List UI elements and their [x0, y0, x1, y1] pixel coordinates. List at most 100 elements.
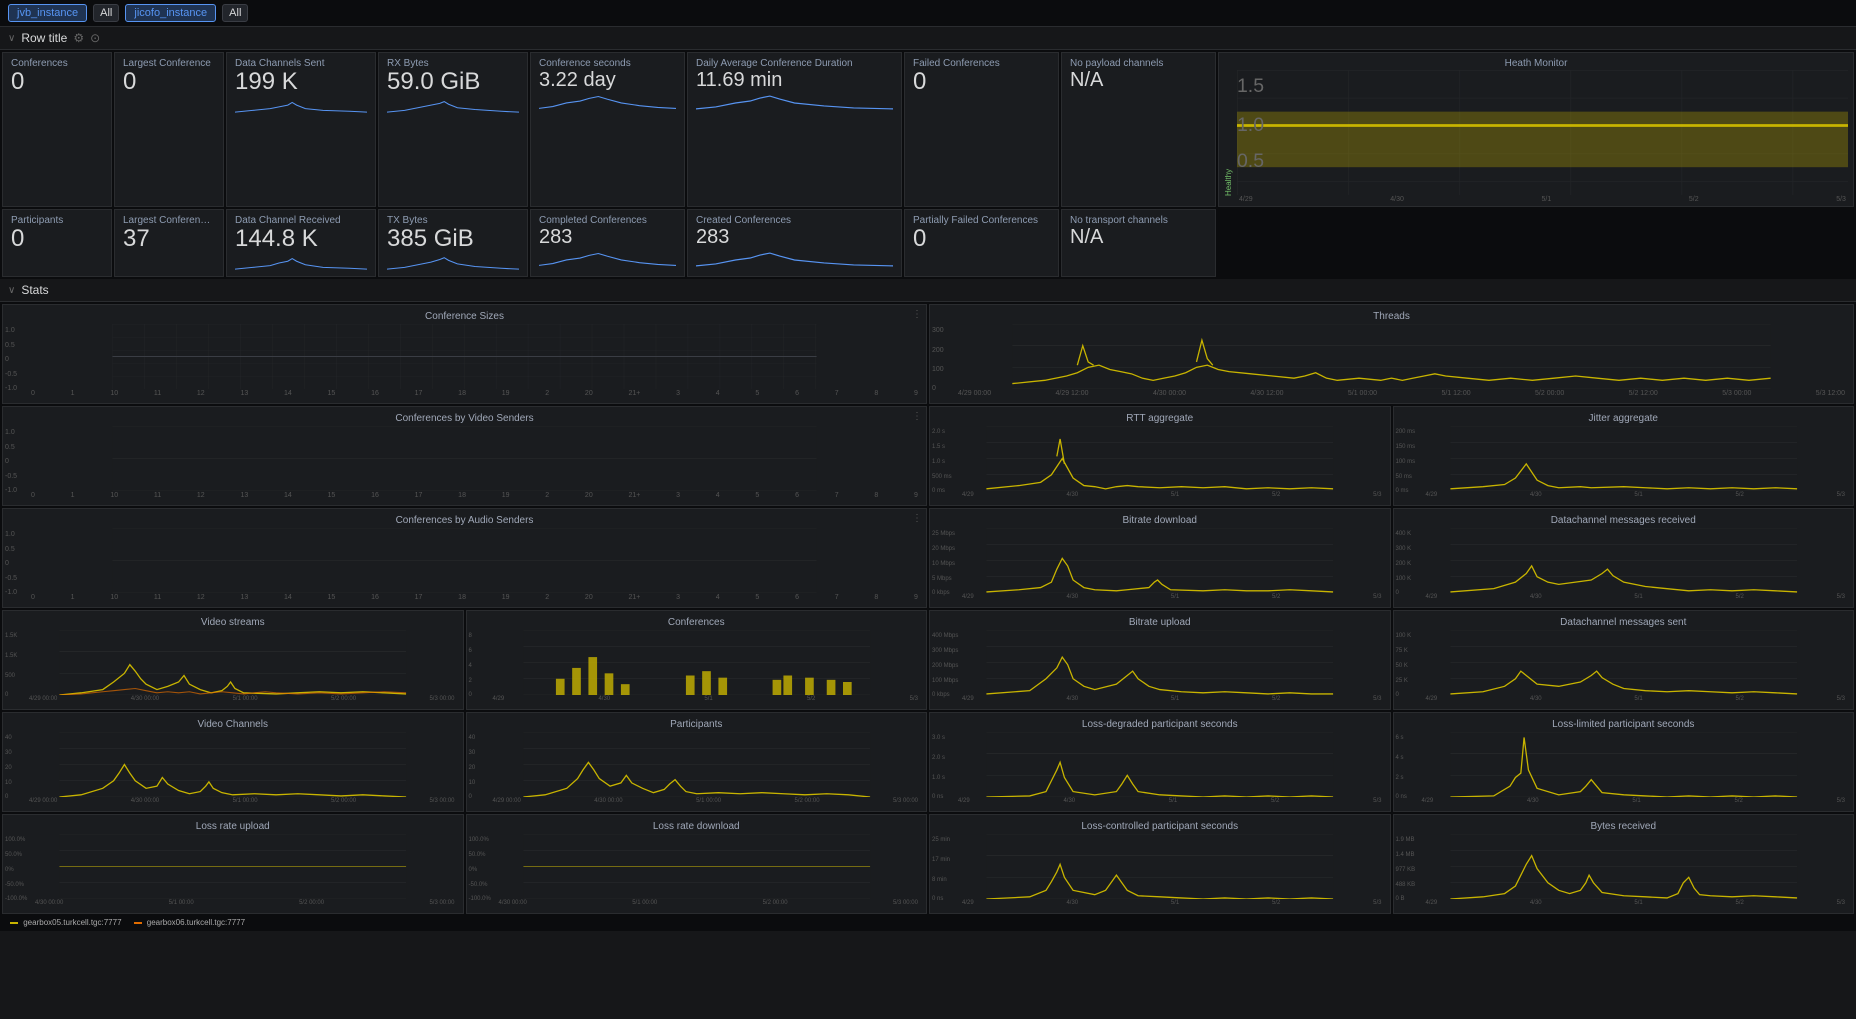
participants-time-svg — [473, 732, 921, 797]
threads-x-axis: 4/29 00:004/29 12:004/30 00:004/30 12:00… — [936, 390, 1847, 397]
loss-rate-ul-x-axis: 4/30 00:005/1 00:005/2 00:005/3 00:00 — [9, 900, 457, 906]
threads-title: Threads — [936, 311, 1847, 322]
metric-created-conferences: Created Conferences 283 — [687, 209, 902, 277]
metric-daily-avg-duration: Daily Average Conference Duration 11.69 … — [687, 52, 902, 207]
video-streams-chart: Video streams 1.5K1.5K5000 4/29 00:004/3… — [2, 610, 464, 710]
metric-participants: Participants 0 — [2, 209, 112, 277]
metric-conf-seconds-label: Conference seconds — [539, 58, 676, 69]
metric-data-channels-sent: Data Channels Sent 199 K — [226, 52, 376, 207]
conf-sizes-y-axis: 1.0 0.5 0 -0.5 -1.0 — [5, 327, 17, 392]
metric-daily-avg-value: 11.69 min — [696, 69, 893, 91]
svg-text:1.5: 1.5 — [1237, 75, 1264, 97]
row-info-icon[interactable]: ⊙ — [90, 31, 100, 45]
datachannel-recv-x-axis: 4/294/305/15/25/3 — [1400, 594, 1848, 600]
audio-senders-more-btn[interactable]: ⋮ — [912, 513, 922, 524]
loss-controlled-title: Loss-controlled participant seconds — [936, 821, 1384, 832]
audio-senders-chart: Conferences by Audio Senders ⋮ 1.00.50-0… — [2, 508, 927, 608]
video-streams-title: Video streams — [9, 617, 457, 628]
metric-largest-conf-ever: Largest Conference Ever 37 — [114, 209, 224, 277]
bytes-received-title: Bytes received — [1400, 821, 1848, 832]
jvb-instance-dropdown[interactable]: All — [93, 4, 119, 22]
jicofo-instance-dropdown[interactable]: All — [222, 4, 248, 22]
jitter-x-axis: 4/294/305/15/25/3 — [1400, 492, 1848, 498]
metric-no-payload-channels: No payload channels N/A — [1061, 52, 1216, 207]
conferences-time-y-axis: 86420 — [469, 633, 472, 698]
metric-conferences: Conferences 0 — [2, 52, 112, 207]
health-x-label-3: 5/1 — [1542, 196, 1552, 203]
loss-rate-ul-svg — [9, 834, 457, 899]
video-senders-x-axis: 011011121314151617181922021+3456789 — [9, 492, 920, 499]
metric-partial-fail-value: 0 — [913, 226, 1050, 252]
video-streams-y-axis: 1.5K1.5K5000 — [5, 633, 17, 698]
bitrate-ul-x-axis: 4/294/305/15/25/3 — [936, 696, 1384, 702]
rtt-jitter-row: RTT aggregate 2.0 s1.5 s1.0 s500 ms0 ms — [929, 406, 1854, 506]
conf-sizes-svg — [9, 324, 920, 389]
row-settings-icon[interactable]: ⚙ — [73, 31, 84, 45]
metric-conferences-label: Conferences — [11, 58, 103, 69]
metric-rx-bytes-value: 59.0 GiB — [387, 69, 519, 95]
video-channels-title: Video Channels — [9, 719, 457, 730]
bitrate-dl-title: Bitrate download — [936, 515, 1384, 526]
metric-no-payload-label: No payload channels — [1070, 58, 1207, 69]
metric-no-transport-label: No transport channels — [1070, 215, 1207, 226]
loss-rate-ul-y-axis: 100.0%50.0%0%-50.0%-100.0% — [5, 837, 27, 902]
metric-data-channels-sent-value: 199 K — [235, 69, 367, 95]
threads-chart: Threads 300 200 100 0 — [929, 304, 1854, 404]
rx-bytes-sparkline — [387, 97, 519, 115]
metric-rx-bytes: RX Bytes 59.0 GiB — [378, 52, 528, 207]
created-conf-sparkline — [696, 250, 893, 268]
participants-time-chart: Participants 403020100 4/29 00:004/30 00… — [466, 712, 928, 812]
metric-conferences-value: 0 — [11, 69, 103, 95]
metric-no-payload-value: N/A — [1070, 69, 1207, 91]
metric-data-ch-recv-value: 144.8 K — [235, 226, 367, 252]
video-senders-chart: Conferences by Video Senders ⋮ 1.00.50-0… — [2, 406, 927, 506]
health-x-label-1: 4/29 — [1239, 196, 1253, 203]
video-senders-svg — [9, 426, 920, 491]
loss-limited-x-axis: 4/294/305/15/25/3 — [1400, 798, 1848, 804]
jitter-y-axis: 200 ms150 ms100 ms50 ms0 ms — [1396, 429, 1416, 494]
svg-text:0.5: 0.5 — [1237, 150, 1264, 172]
bytes-received-y-axis: 1.9 MB1.4 MB977 KB488 KB0 B — [1396, 837, 1416, 902]
jicofo-instance-filter[interactable]: jicofo_instance — [125, 4, 216, 22]
conferences-time-chart: Conferences 86420 — [466, 610, 928, 710]
audio-senders-title: Conferences by Audio Senders — [9, 515, 920, 526]
row-chevron-icon: ∨ — [8, 33, 15, 44]
metric-no-transport-channels: No transport channels N/A — [1061, 209, 1216, 277]
metric-participants-value: 0 — [11, 226, 103, 252]
bitrate-dl-svg — [936, 528, 1384, 593]
rtt-x-axis: 4/294/305/15/25/3 — [936, 492, 1384, 498]
metric-completed-conf-label: Completed Conferences — [539, 215, 676, 226]
metric-created-conf-value: 283 — [696, 226, 893, 248]
data-channels-sent-sparkline — [235, 97, 367, 115]
datachannel-sent-y-axis: 100 K75 K50 K25 K0 — [1396, 633, 1412, 698]
conferences-time-x-axis: 4/294/305/15/25/3 — [473, 696, 921, 702]
loss-degraded-title: Loss-degraded participant seconds — [936, 719, 1384, 730]
metric-conf-seconds-value: 3.22 day — [539, 69, 676, 91]
jvb-instance-filter[interactable]: jvb_instance — [8, 4, 87, 22]
metric-no-transport-value: N/A — [1070, 226, 1207, 248]
datachannel-recv-title: Datachannel messages received — [1400, 515, 1848, 526]
metric-created-conf-label: Created Conferences — [696, 215, 893, 226]
conference-sizes-title: Conference Sizes — [9, 311, 920, 322]
datachannel-sent-svg — [1400, 630, 1848, 695]
participants-time-title: Participants — [473, 719, 921, 730]
loss-degraded-svg — [936, 732, 1384, 797]
legend-item-2: gearbox06.turkcell.tgc:7777 — [134, 918, 246, 927]
loss-limited-title: Loss-limited participant seconds — [1400, 719, 1848, 730]
bitrate-dl-y-axis: 25 Mbps20 Mbps10 Mbps5 Mbps0 kbps — [932, 531, 955, 596]
loss-controlled-svg — [936, 834, 1384, 899]
bytes-received-svg — [1400, 834, 1848, 899]
bitrate-download-chart: Bitrate download 25 Mbps20 Mbps10 Mbps5 … — [929, 508, 1391, 608]
health-x-label-2: 4/30 — [1390, 196, 1404, 203]
bitrate-ul-y-axis: 400 Mbps300 Mbps200 Mbps100 Mbps0 kbps — [932, 633, 958, 698]
conference-sizes-chart: Conference Sizes ⋮ 1.0 0.5 0 -0.5 -1.0 — [2, 304, 927, 404]
metric-largest-conference: Largest Conference 0 — [114, 52, 224, 207]
loss-rate-dl-svg — [473, 834, 921, 899]
conference-sizes-more-btn[interactable]: ⋮ — [912, 309, 922, 320]
legend-item-1: gearbox05.turkcell.tgc:7777 — [10, 918, 122, 927]
metric-data-channel-received: Data Channel Received 144.8 K — [226, 209, 376, 277]
video-senders-more-btn[interactable]: ⋮ — [912, 411, 922, 422]
metric-failed-conferences: Failed Conferences 0 — [904, 52, 1059, 207]
top-bar: jvb_instance All jicofo_instance All — [0, 0, 1856, 27]
conferences-time-title: Conferences — [473, 617, 921, 628]
